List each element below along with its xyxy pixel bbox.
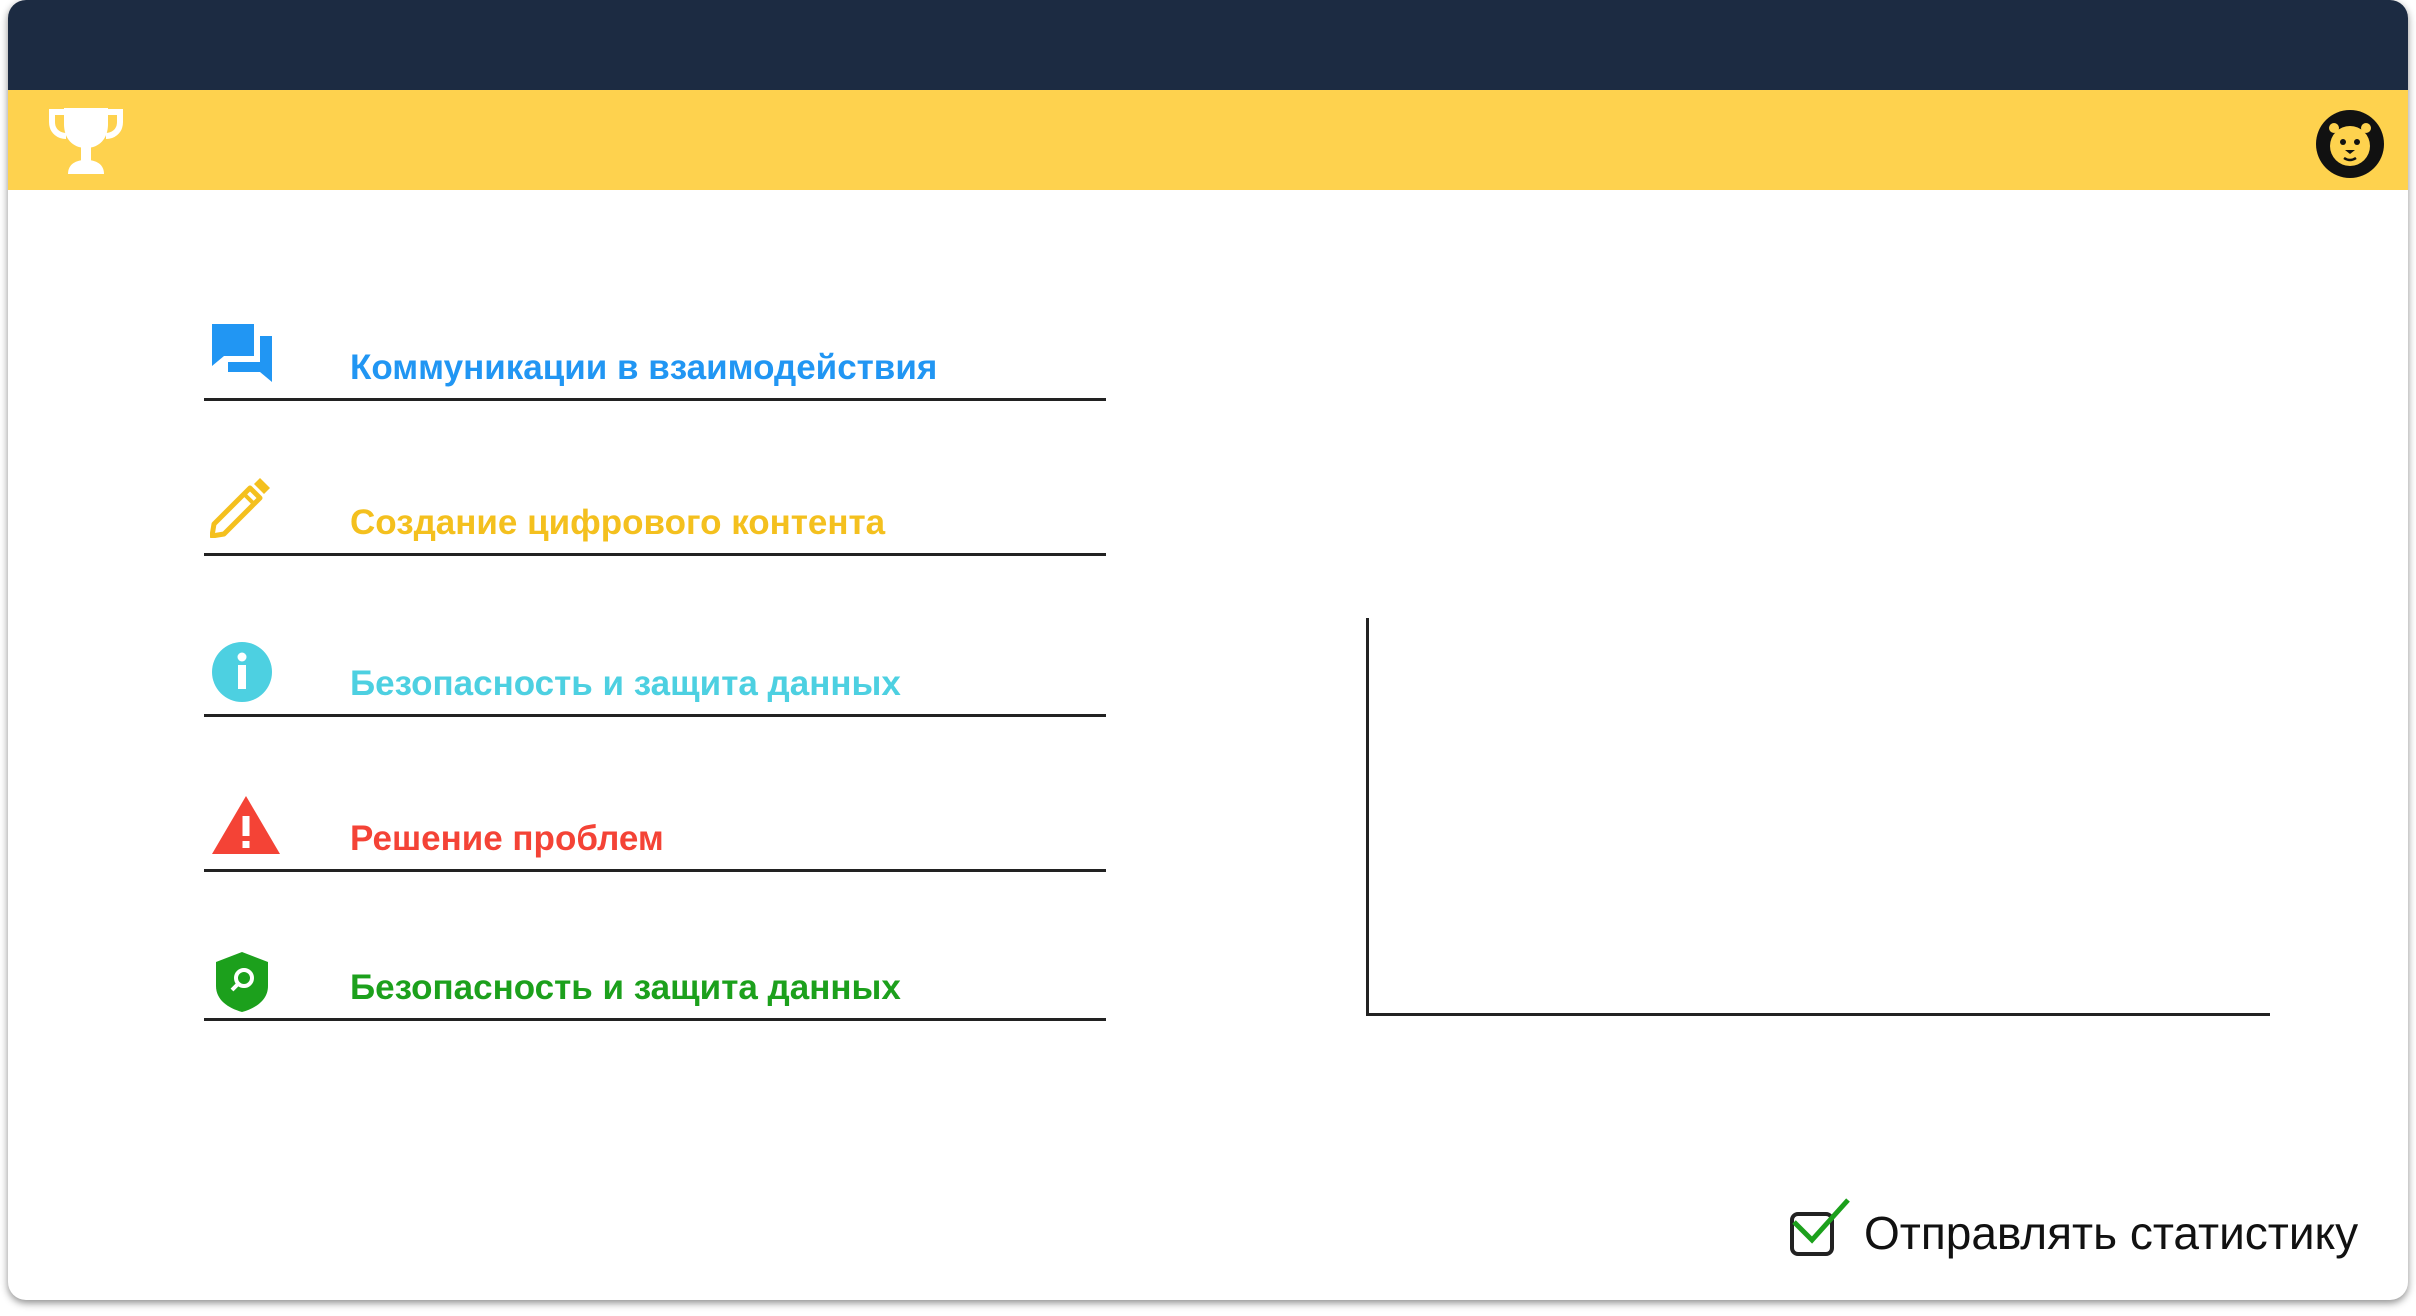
top-toolbar [8, 90, 2408, 190]
send-stats-checkbox[interactable]: Отправлять статистику [1788, 1192, 2388, 1262]
send-stats-label: Отправлять статистику [1864, 1207, 2359, 1259]
category-label: Коммуникации в взаимодействия [350, 348, 938, 387]
category-item-problem-solving[interactable]: Решение проблем [204, 770, 1106, 872]
category-label: Безопасность и защита данных [350, 664, 901, 703]
title-bar [8, 0, 2408, 90]
chart-axes [1366, 618, 2270, 1016]
chat-icon [212, 324, 272, 382]
checkbox-checked-icon[interactable] [1788, 1198, 1852, 1262]
category-item-communication[interactable]: Коммуникации в взаимодействия [204, 300, 1106, 401]
category-label: Создание цифрового контента [350, 503, 886, 542]
pencil-icon [210, 478, 270, 538]
category-item-security-shield[interactable]: Безопасность и защита данных [204, 924, 1106, 1021]
trophy-icon[interactable] [44, 102, 128, 180]
category-item-digital-content[interactable]: Создание цифрового контента [204, 456, 1106, 556]
category-item-security-info[interactable]: Безопасность и защита данных [204, 614, 1106, 717]
lion-avatar-icon[interactable] [2314, 108, 2386, 180]
shield-search-icon [216, 952, 268, 1012]
info-icon [212, 642, 272, 702]
app-window: Коммуникации в взаимодействия Создание ц… [8, 0, 2408, 1300]
category-label: Решение проблем [350, 819, 664, 858]
warning-icon [212, 796, 280, 854]
category-label: Безопасность и защита данных [350, 968, 901, 1007]
